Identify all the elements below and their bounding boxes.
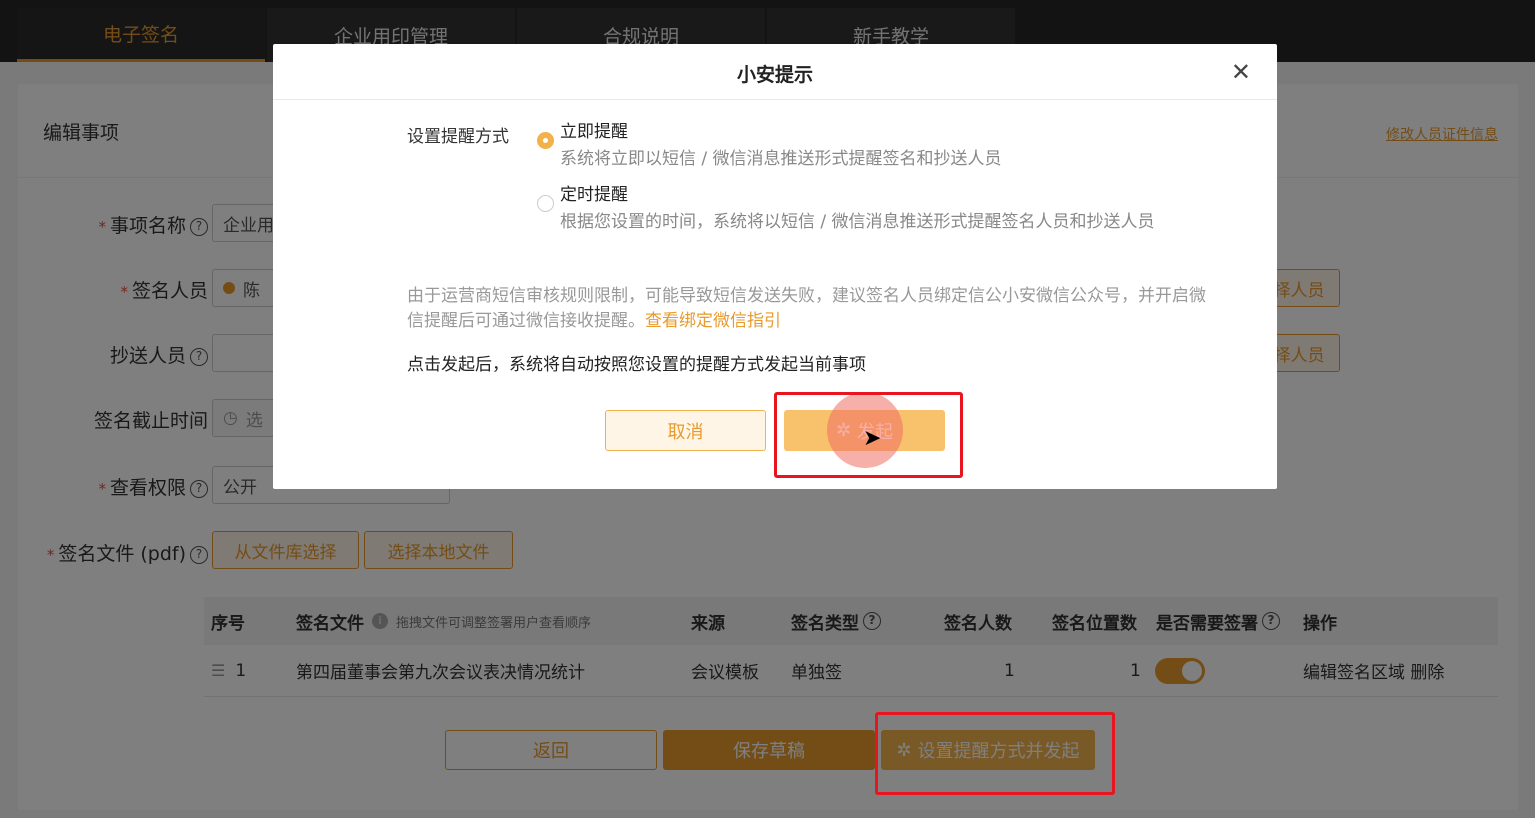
reminder-dialog: 小安提示 ✕ 设置提醒方式 立即提醒 系统将立即以短信 / 微信消息推送形式提醒… <box>273 44 1277 489</box>
wechat-guide-link[interactable]: 查看绑定微信指引 <box>645 311 781 331</box>
sms-notice-text: 由于运营商短信审核规则限制，可能导致短信发送失败，建议签名人员绑定信公小安微信公… <box>407 286 1206 331</box>
option-scheduled-desc: 根据您设置的时间，系统将以短信 / 微信消息推送形式提醒签名人员和抄送人员 <box>560 212 1155 232</box>
option-immediate-desc: 系统将立即以短信 / 微信消息推送形式提醒签名和抄送人员 <box>560 149 1002 169</box>
sms-notice: 由于运营商短信审核规则限制，可能导致短信发送失败，建议签名人员绑定信公小安微信公… <box>407 284 1207 334</box>
cancel-button[interactable]: 取消 <box>605 410 766 451</box>
radio-immediate[interactable] <box>537 132 554 149</box>
highlight-box-dialog-send <box>774 392 963 478</box>
send-info: 点击发起后，系统将自动按照您设置的提醒方式发起当前事项 <box>407 355 866 375</box>
close-icon[interactable]: ✕ <box>1231 58 1251 86</box>
reminder-method-label: 设置提醒方式 <box>407 127 509 147</box>
dialog-title: 小安提示 <box>736 64 813 86</box>
radio-scheduled[interactable] <box>537 195 554 212</box>
option-immediate-title[interactable]: 立即提醒 <box>560 117 628 142</box>
option-scheduled-title[interactable]: 定时提醒 <box>560 180 628 205</box>
highlight-box-send-button <box>875 712 1115 795</box>
dialog-header: 小安提示 ✕ <box>273 44 1277 100</box>
